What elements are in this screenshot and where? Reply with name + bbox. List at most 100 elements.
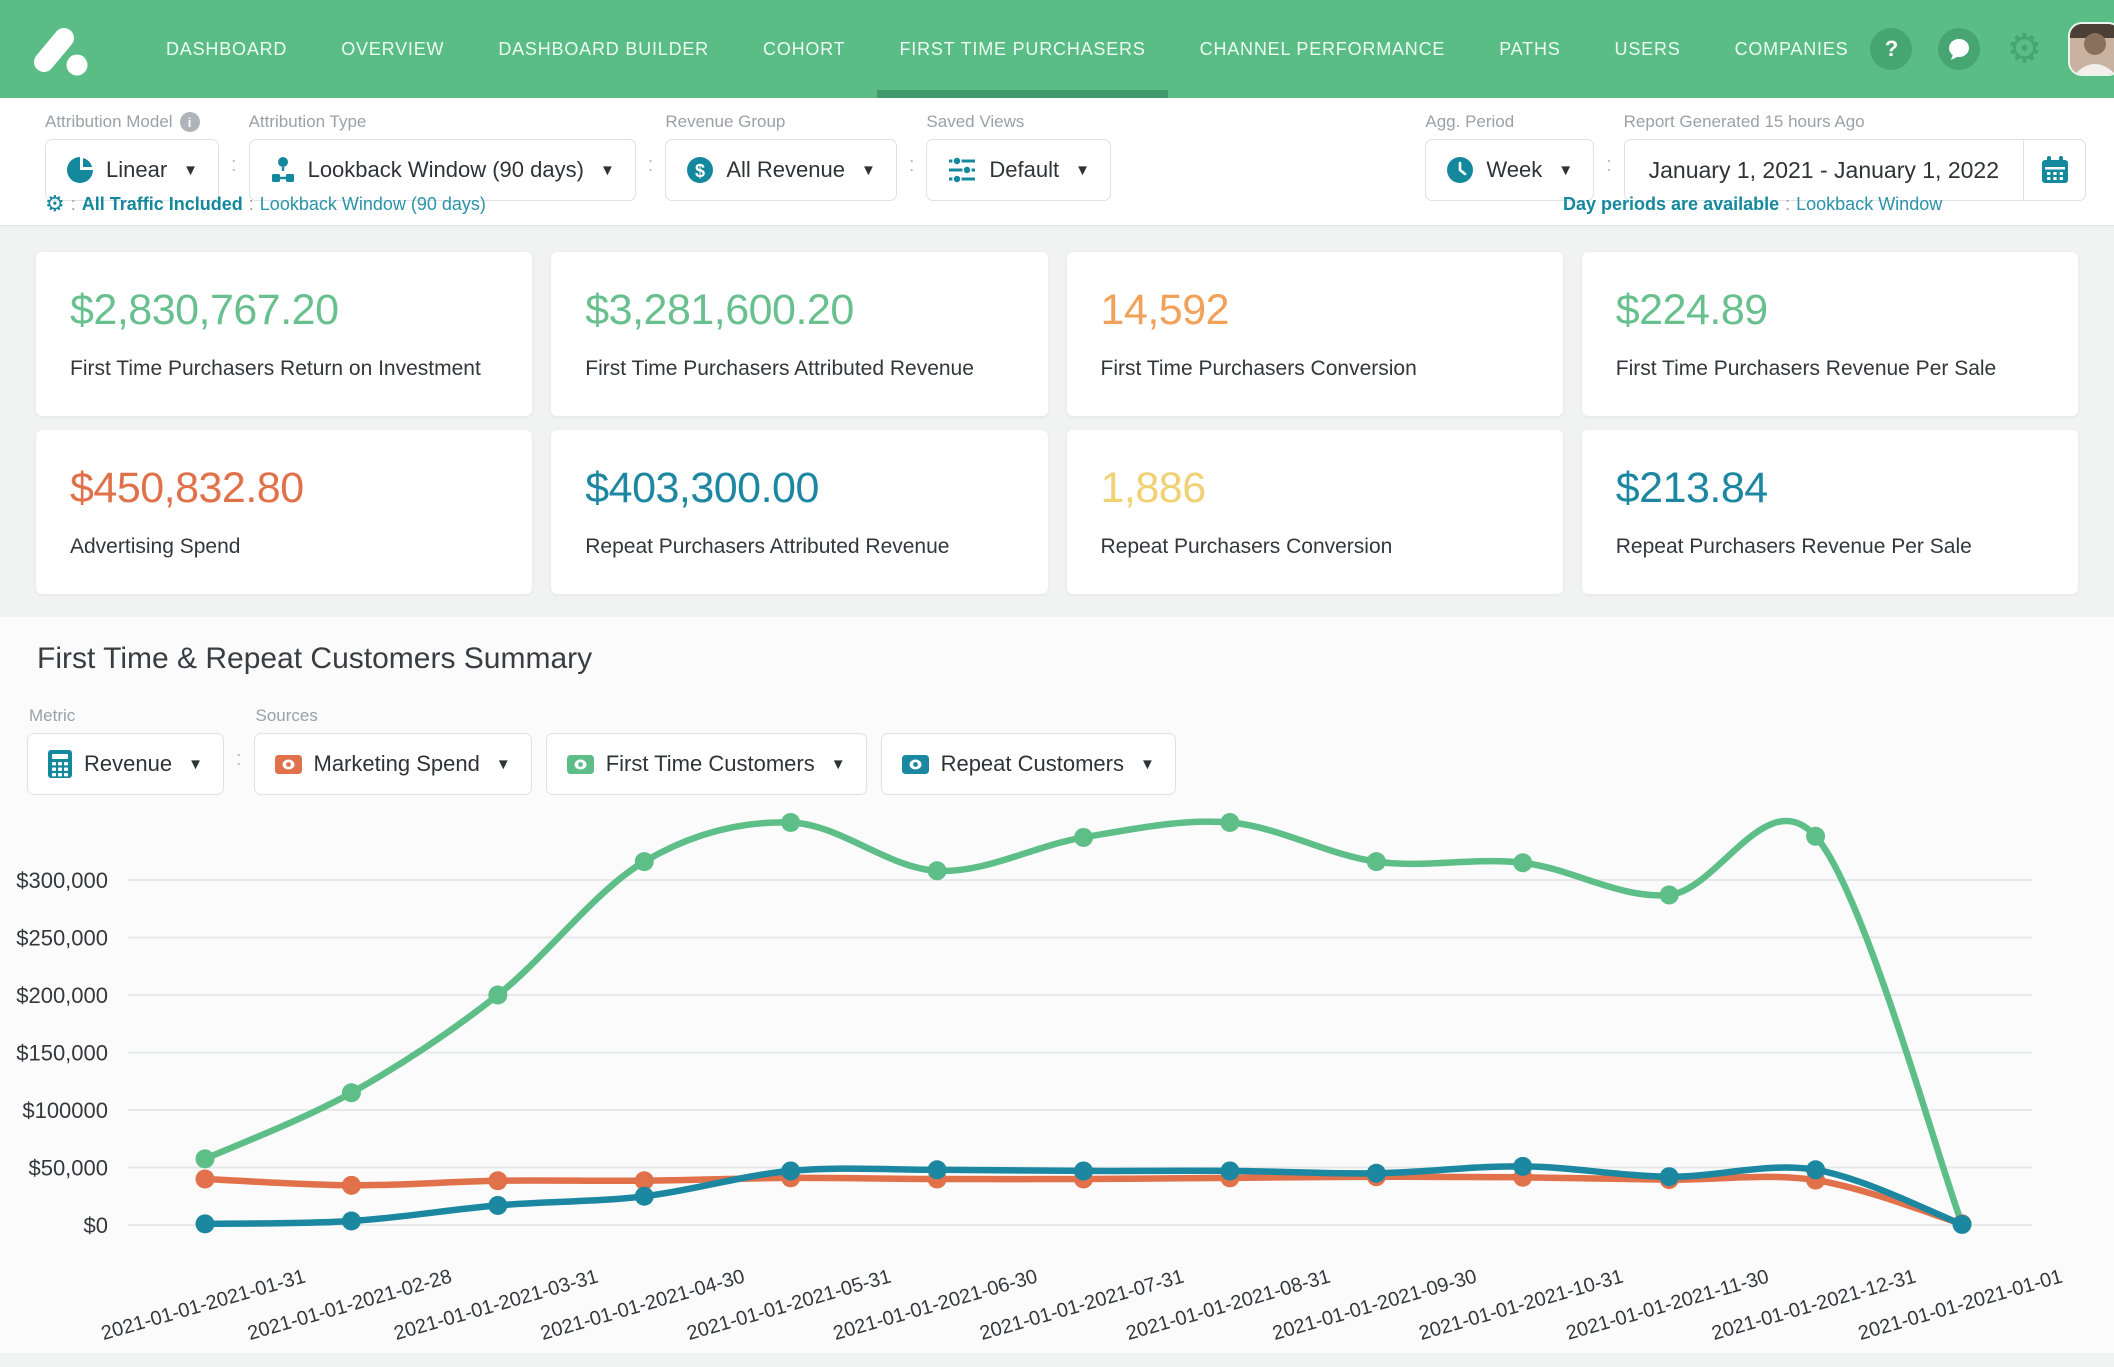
money-bill-icon <box>902 755 929 774</box>
nav-item-companies[interactable]: COMPANIES <box>1713 0 1871 98</box>
sliders-icon <box>947 156 977 184</box>
agg-period-dropdown[interactable]: Week ▼ <box>1425 139 1594 201</box>
kpi-label: First Time Purchasers Revenue Per Sale <box>1616 357 2044 381</box>
filter-separator: : <box>231 154 237 177</box>
sources-group: Sources Marketing Spend ▼ <box>254 706 1176 795</box>
kpi-card: $2,830,767.20 First Time Purchasers Retu… <box>36 252 532 416</box>
kpi-card: $224.89 First Time Purchasers Revenue Pe… <box>1582 252 2078 416</box>
source-value: Repeat Customers <box>941 751 1124 777</box>
info-icon[interactable]: i <box>180 112 200 132</box>
caret-down-icon: ▼ <box>600 162 615 179</box>
revenue-group-group: Revenue Group $ All Revenue ▼ <box>665 112 897 201</box>
kpi-label: Repeat Purchasers Attributed Revenue <box>585 535 1013 559</box>
attribution-type-dropdown[interactable]: Lookback Window (90 days) ▼ <box>249 139 636 201</box>
app-logo[interactable] <box>26 0 88 98</box>
svg-text:$: $ <box>695 161 705 181</box>
nav-item-users[interactable]: USERS <box>1593 0 1703 98</box>
svg-text:$250,000: $250,000 <box>16 926 108 951</box>
line-chart: $0$50,000$100000$150,000$200,000$250,000… <box>0 795 2114 1367</box>
attribution-model-dropdown[interactable]: Linear ▼ <box>45 139 219 201</box>
kpi-label: Advertising Spend <box>70 535 498 559</box>
kpi-value: $213.84 <box>1616 464 2044 513</box>
kpi-value: $2,830,767.20 <box>70 286 498 335</box>
nav-item-channel-performance[interactable]: CHANNEL PERFORMANCE <box>1178 0 1468 98</box>
source-value: Marketing Spend <box>314 751 480 777</box>
chart-pickers: Metric Revenue ▼ : Sources <box>27 706 2114 795</box>
caret-down-icon: ▼ <box>861 162 876 179</box>
kpi-card-grid: $2,830,767.20 First Time Purchasers Retu… <box>0 226 2114 594</box>
day-periods-link[interactable]: Day periods are available <box>1563 194 1779 215</box>
svg-text:$150,000: $150,000 <box>16 1041 108 1066</box>
calendar-button[interactable] <box>2023 140 2085 200</box>
saved-views-label: Saved Views <box>926 112 1024 132</box>
settings-gear-icon[interactable]: ⚙ <box>2006 29 2042 69</box>
kpi-card: $3,281,600.20 First Time Purchasers Attr… <box>551 252 1047 416</box>
nav-actions: ? ⚙ <box>1870 0 2114 98</box>
filter-separator: : <box>648 154 654 177</box>
filter-separator: : <box>236 748 242 771</box>
kpi-label: Repeat Purchasers Conversion <box>1101 535 1529 559</box>
attribution-type-value: Lookback Window (90 days) <box>308 157 584 183</box>
svg-text:$100000: $100000 <box>22 1098 108 1123</box>
pie-chart-icon <box>66 156 94 184</box>
caret-down-icon: ▼ <box>1558 162 1573 179</box>
caret-down-icon: ▼ <box>188 756 203 773</box>
kpi-label: First Time Purchasers Attributed Revenue <box>585 357 1013 381</box>
dollar-circle-icon: $ <box>686 156 714 184</box>
period-note: Day periods are available : Lookback Win… <box>1563 194 1942 215</box>
kpi-value: 14,592 <box>1101 286 1529 335</box>
saved-views-dropdown[interactable]: Default ▼ <box>926 139 1111 201</box>
metric-label: Metric <box>29 706 75 726</box>
kpi-value: $450,832.80 <box>70 464 498 513</box>
filter-bar: Attribution Model i Linear ▼ : Attributi… <box>0 98 2114 226</box>
nav-item-overview[interactable]: OVERVIEW <box>319 0 466 98</box>
metric-dropdown[interactable]: Revenue ▼ <box>27 733 224 795</box>
nav-item-cohort[interactable]: COHORT <box>741 0 867 98</box>
lookback-window-link[interactable]: Lookback Window <box>1796 194 1942 215</box>
top-nav: DASHBOARD OVERVIEW DASHBOARD BUILDER COH… <box>0 0 2114 98</box>
user-avatar[interactable] <box>2068 22 2114 76</box>
attribution-model-label: Attribution Model <box>45 112 173 132</box>
kpi-label: Repeat Purchasers Revenue Per Sale <box>1616 535 2044 559</box>
svg-text:$0: $0 <box>84 1213 108 1238</box>
svg-text:$50,000: $50,000 <box>28 1156 108 1181</box>
hierarchy-icon <box>270 156 296 184</box>
kpi-value: $403,300.00 <box>585 464 1013 513</box>
all-traffic-included-link[interactable]: All Traffic Included <box>82 194 243 215</box>
source-dropdown-marketing-spend[interactable]: Marketing Spend ▼ <box>254 733 532 795</box>
source-dropdown-first-time-customers[interactable]: First Time Customers ▼ <box>546 733 867 795</box>
agg-period-value: Week <box>1486 157 1542 183</box>
nav-item-dashboard[interactable]: DASHBOARD <box>144 0 309 98</box>
logo-icon <box>26 18 88 80</box>
nav-item-first-time-purchasers[interactable]: FIRST TIME PURCHASERS <box>877 0 1167 98</box>
summary-section: First Time & Repeat Customers Summary Me… <box>0 617 2114 1353</box>
source-dropdown-repeat-customers[interactable]: Repeat Customers ▼ <box>881 733 1176 795</box>
kpi-label: First Time Purchasers Conversion <box>1101 357 1529 381</box>
nav-item-dashboard-builder[interactable]: DASHBOARD BUILDER <box>476 0 731 98</box>
attribution-model-value: Linear <box>106 157 167 183</box>
calendar-icon <box>2040 155 2070 185</box>
kpi-card: $403,300.00 Repeat Purchasers Attributed… <box>551 430 1047 594</box>
revenue-group-dropdown[interactable]: $ All Revenue ▼ <box>665 139 897 201</box>
chat-bubble-icon <box>1947 37 1971 61</box>
kpi-value: 1,886 <box>1101 464 1529 513</box>
agg-period-group: Agg. Period Week ▼ <box>1425 112 1594 201</box>
nav-item-paths[interactable]: PATHS <box>1477 0 1582 98</box>
help-icon[interactable]: ? <box>1870 28 1912 70</box>
metric-group: Metric Revenue ▼ <box>27 706 224 795</box>
summary-title: First Time & Repeat Customers Summary <box>37 642 2114 676</box>
svg-text:$300,000: $300,000 <box>16 868 108 893</box>
attribution-model-group: Attribution Model i Linear ▼ <box>45 112 219 201</box>
traffic-note: ⚙ : All Traffic Included : Lookback Wind… <box>45 193 486 215</box>
money-bill-icon <box>567 755 594 774</box>
caret-down-icon: ▼ <box>496 756 511 773</box>
lookback-window-link[interactable]: Lookback Window (90 days) <box>260 194 486 215</box>
attribution-type-group: Attribution Type Lookback Window (90 day… <box>249 112 636 201</box>
gear-small-icon: ⚙ <box>45 193 65 215</box>
chat-icon[interactable] <box>1938 28 1980 70</box>
caret-down-icon: ▼ <box>831 756 846 773</box>
caret-down-icon: ▼ <box>1075 162 1090 179</box>
chart-canvas[interactable]: $0$50,000$100000$150,000$200,000$250,000… <box>0 795 2114 1367</box>
date-range-value[interactable]: January 1, 2021 - January 1, 2022 <box>1625 140 2023 200</box>
kpi-label: First Time Purchasers Return on Investme… <box>70 357 498 381</box>
